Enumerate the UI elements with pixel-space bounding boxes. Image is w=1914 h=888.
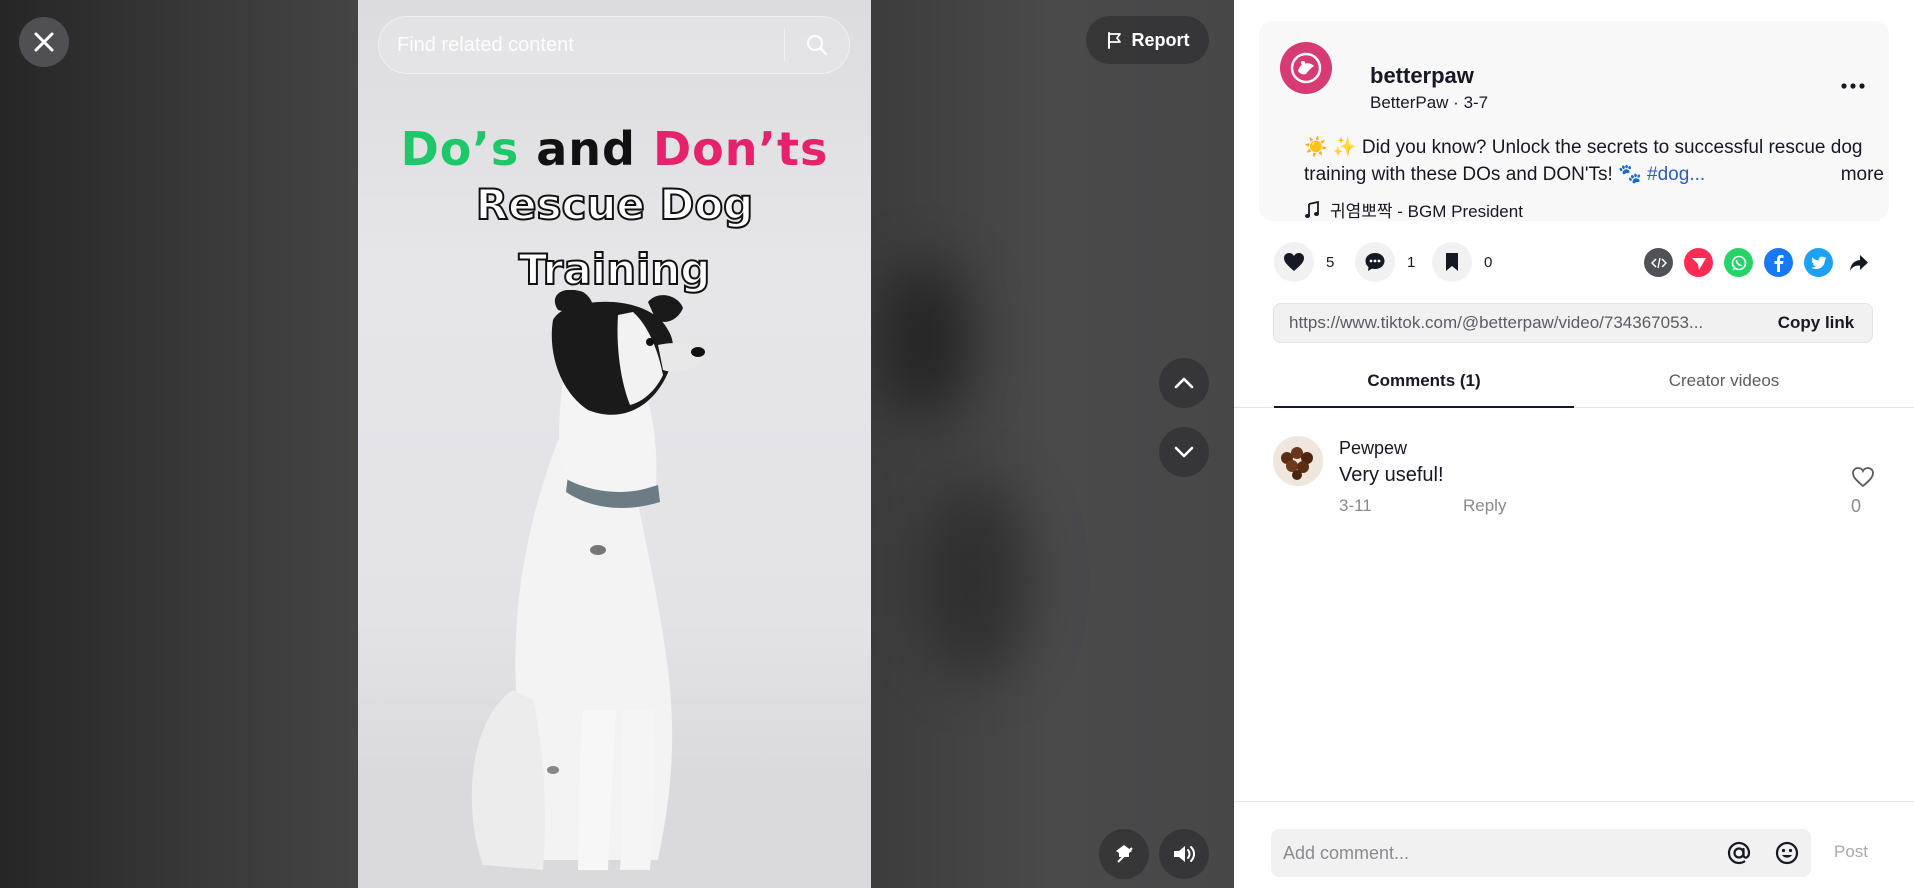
send-icon [1691,257,1706,270]
embed-code-icon [1650,257,1667,268]
emoji-icon [1775,841,1799,865]
send-to-friends-button[interactable] [1684,248,1713,277]
chevron-up-icon [1174,377,1194,389]
share-arrow-icon [1849,254,1868,271]
next-video-button[interactable] [1159,427,1209,477]
post-description: ☀️ ✨ Did you know? Unlock the secrets to… [1304,134,1884,188]
twitter-icon [1810,256,1826,269]
subline-separator: · [1453,93,1464,112]
content-tabs: Comments (1) Creator videos [1234,366,1914,408]
flag-icon [1107,32,1121,49]
author-username[interactable]: betterpaw [1370,63,1474,89]
commenter-avatar-image [1273,436,1323,486]
search-input[interactable]: Find related content [379,34,784,57]
title-dos: Do’s [400,122,520,176]
background-blob [920,480,1030,680]
music-info[interactable]: 귀염뽀짝 - BGM President [1304,197,1523,222]
previous-video-button[interactable] [1159,358,1209,408]
whatsapp-share-button[interactable] [1724,248,1753,277]
heart-icon [1284,253,1304,271]
commenter-avatar[interactable] [1273,436,1323,486]
volume-button[interactable] [1159,829,1209,879]
comment-bubble-icon [1365,253,1385,271]
floating-player-icon [1116,845,1133,863]
more-button[interactable]: more [1830,161,1884,188]
close-button[interactable] [19,17,69,67]
search-button[interactable] [785,16,849,74]
music-note-icon [1305,200,1319,218]
post-date: 3-7 [1463,93,1489,112]
copy-link-button[interactable]: Copy link [1760,304,1872,342]
search-bar[interactable]: Find related content [378,16,850,74]
ellipsis-icon [1841,83,1865,89]
video-title-line3: Training [518,244,712,295]
emoji-button[interactable] [1763,829,1811,877]
like-button[interactable] [1274,242,1314,282]
twitter-share-button[interactable] [1804,248,1833,277]
embed-button[interactable] [1644,248,1673,277]
floating-player-button[interactable] [1099,829,1149,879]
comment-stat[interactable]: 1 [1355,242,1415,282]
comment-item: Pewpew Very useful! 3-11 Reply 0 [1273,436,1883,526]
comment-text: Very useful! [1339,464,1444,486]
facebook-share-button[interactable] [1764,248,1793,277]
post-info-card: betterpaw BetterPaw · 3-7 ☀️ ✨ Did you k… [1259,21,1889,221]
bookmark-icon [1446,253,1458,271]
comment-like-count: 0 [1851,496,1862,516]
share-more-button[interactable] [1844,248,1873,277]
video-title-line2: Rescue Dog [475,179,755,230]
music-title: 귀염뽀짝 - BGM President [1330,202,1523,221]
tab-comments[interactable]: Comments (1) [1274,366,1574,408]
hashtag-link[interactable]: #dog... [1647,164,1705,185]
mention-button[interactable] [1715,829,1763,877]
description-text: ☀️ ✨ Did you know? Unlock the secrets to… [1304,137,1863,185]
favorite-button[interactable] [1432,242,1472,282]
comment-like-button[interactable] [1848,466,1878,493]
at-sign-icon [1727,841,1751,865]
favorite-stat[interactable]: 0 [1432,242,1492,282]
background-blur-left [0,0,358,888]
report-button[interactable]: Report [1086,16,1209,64]
comment-count: 1 [1407,253,1416,271]
facebook-icon [1774,254,1784,272]
favorite-count: 0 [1484,253,1493,271]
video-title-line1: Do’s and Don’ts [358,122,871,176]
like-count: 5 [1326,253,1335,271]
side-panel: betterpaw BetterPaw · 3-7 ☀️ ✨ Did you k… [1234,0,1914,888]
share-link-text[interactable]: https://www.tiktok.com/@betterpaw/video/… [1274,313,1760,333]
commenter-name[interactable]: Pewpew [1339,438,1407,459]
volume-icon [1174,846,1195,862]
comment-input-placeholder[interactable]: Add comment... [1271,843,1715,864]
chevron-down-icon [1174,446,1194,458]
title-and: and [536,122,636,176]
heart-outline-icon [1852,467,1874,488]
post-button[interactable]: Post [1834,842,1868,862]
comment-button[interactable] [1355,242,1395,282]
comment-composer: Add comment... Post [1234,801,1914,888]
whatsapp-icon [1731,255,1746,270]
author-avatar[interactable] [1280,42,1332,94]
more-options-button[interactable] [1840,76,1866,90]
author-subline: BetterPaw · 3-7 [1370,93,1488,113]
video-frame[interactable]: Do’s and Don’ts Rescue Dog Training [358,0,871,888]
comment-date: 3-11 [1339,496,1372,515]
reply-button[interactable]: Reply [1463,496,1506,516]
paw-logo-icon [1290,52,1322,84]
dog-image [358,290,871,888]
author-display-name: BetterPaw [1370,93,1449,112]
video-player: Do’s and Don’ts Rescue Dog Training Find… [0,0,1234,888]
search-icon [806,34,828,56]
comment-input[interactable]: Add comment... [1271,829,1811,877]
title-donts: Don’ts [653,122,829,176]
close-icon [34,32,54,52]
share-link-box: https://www.tiktok.com/@betterpaw/video/… [1273,303,1873,343]
tab-creator-videos[interactable]: Creator videos [1574,366,1874,408]
report-label: Report [1131,29,1190,50]
like-stat[interactable]: 5 [1274,242,1334,282]
background-blob [880,260,970,420]
